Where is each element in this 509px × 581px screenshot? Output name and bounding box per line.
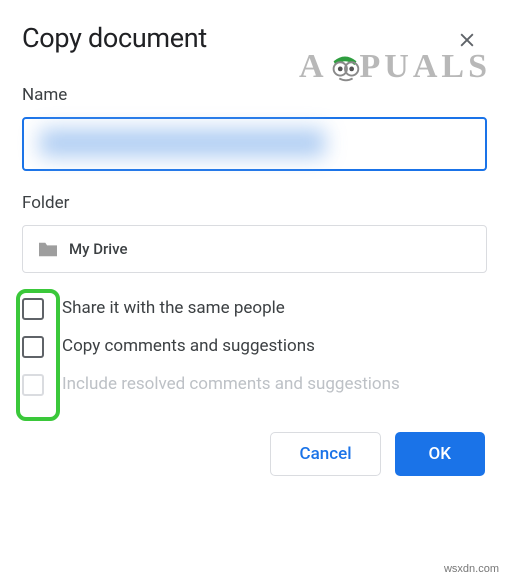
folder-icon (37, 240, 59, 258)
watermark-logo: A PUALS (299, 48, 491, 86)
checkbox-row-resolved: Include resolved comments and suggestion… (22, 373, 487, 397)
folder-name: My Drive (69, 240, 128, 258)
copy-document-dialog: Copy document A PUALS Name Folder (0, 0, 509, 496)
folder-label: Folder (22, 193, 487, 213)
checkbox-share-same-people[interactable] (22, 298, 44, 320)
watermark-prefix: A (299, 48, 328, 86)
name-label: Name (22, 85, 487, 105)
ok-button[interactable]: OK (395, 432, 485, 476)
checkbox-row-share: Share it with the same people (22, 297, 487, 321)
checkbox-row-copy-comments: Copy comments and suggestions (22, 335, 487, 359)
mascot-icon (326, 48, 364, 86)
folder-selector[interactable]: My Drive (22, 225, 487, 273)
checkbox-include-resolved (22, 374, 44, 396)
dialog-buttons: Cancel OK (22, 432, 487, 476)
watermark-suffix: PUALS (360, 48, 491, 86)
checkbox-label: Share it with the same people (62, 297, 285, 321)
close-icon (457, 30, 477, 50)
folder-field-group: Folder My Drive (22, 193, 487, 273)
attribution-text: wsxdn.com (444, 563, 499, 575)
name-input-redacted (40, 129, 325, 157)
cancel-button[interactable]: Cancel (270, 432, 380, 476)
dialog-title: Copy document (22, 22, 207, 54)
name-field-group: Name (22, 85, 487, 171)
checkbox-label: Copy comments and suggestions (62, 335, 315, 359)
checkbox-copy-comments[interactable] (22, 336, 44, 358)
checkbox-label: Include resolved comments and suggestion… (62, 373, 400, 397)
name-input[interactable] (22, 117, 487, 171)
checkbox-area: Share it with the same people Copy comme… (22, 297, 487, 396)
